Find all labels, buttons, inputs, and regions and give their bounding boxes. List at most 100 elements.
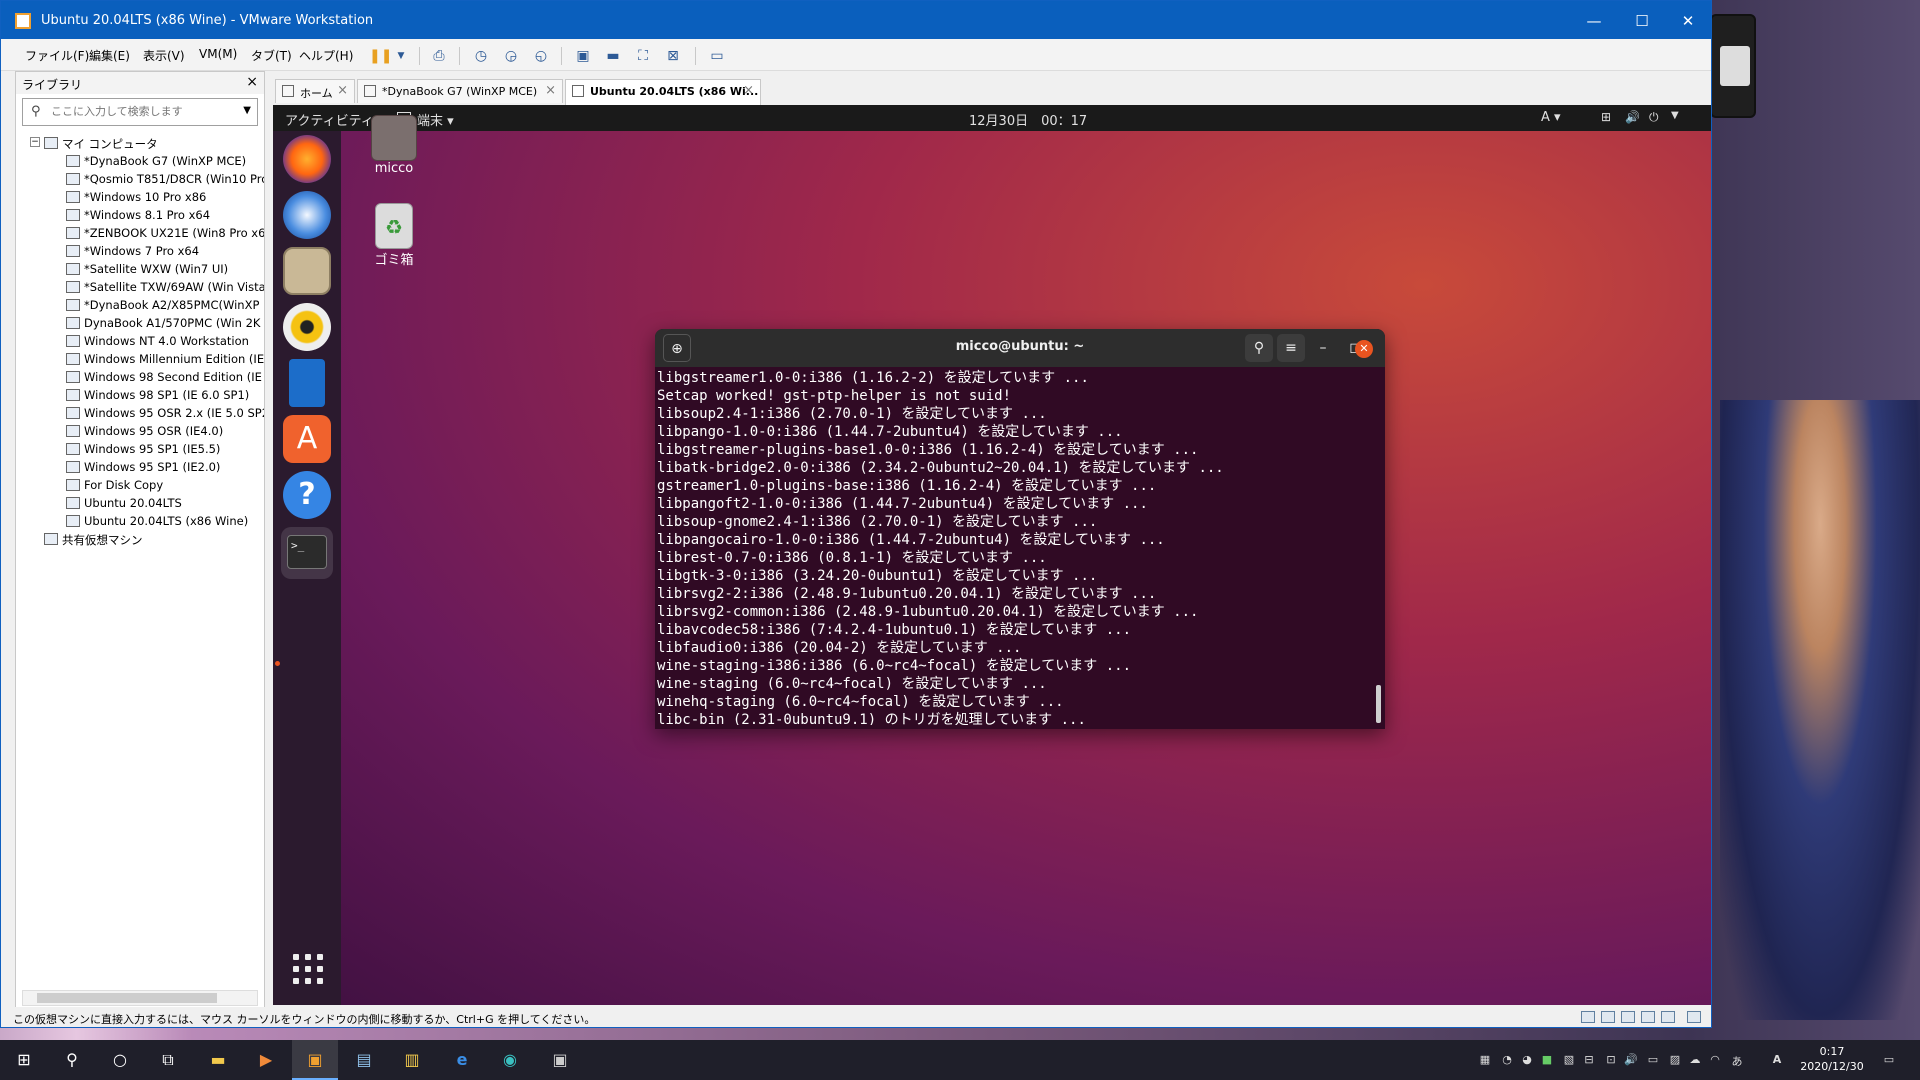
help-icon[interactable]: ?	[283, 471, 331, 519]
tree-root-my-computer[interactable]: − マイ コンピュータ	[16, 134, 264, 152]
start-icon[interactable]: ⊞	[12, 1048, 36, 1072]
input-method-menu[interactable]: A ▾	[1541, 110, 1561, 125]
revert-snapshot-icon[interactable]: ◶	[501, 47, 521, 65]
tree-item-vm[interactable]: DynaBook A1/570PMC (Win 2K P	[16, 314, 264, 332]
desktop-home-folder[interactable]: micco	[357, 115, 431, 176]
tray-icon[interactable]: ◕	[1520, 1053, 1534, 1067]
display-icon[interactable]	[1661, 1011, 1675, 1023]
hamburger-menu-icon[interactable]: ≡	[1277, 334, 1305, 362]
ime-indicator[interactable]: あ	[1730, 1053, 1744, 1068]
onedrive-icon[interactable]: ☁	[1688, 1053, 1702, 1067]
writer-icon[interactable]	[289, 359, 325, 407]
menu-edit[interactable]: 編集(E)	[89, 47, 130, 64]
terminal-taskbar-icon[interactable]: ▣	[548, 1048, 572, 1072]
menu-help[interactable]: ヘルプ(H)	[299, 47, 353, 64]
tree-expand-icon[interactable]: −	[30, 137, 40, 147]
sound-card-icon[interactable]	[1641, 1011, 1655, 1023]
tree-shared-vms[interactable]: 共有仮想マシン	[16, 530, 264, 548]
tray-icon[interactable]: ▨	[1668, 1053, 1682, 1067]
folder-icon[interactable]: ▤	[352, 1048, 376, 1072]
message-log-icon[interactable]	[1687, 1011, 1701, 1023]
menu-vm[interactable]: VM(M)	[199, 47, 237, 61]
tree-item-vm[interactable]: Windows 98 SP1 (IE 6.0 SP1)	[16, 386, 264, 404]
minimize-icon[interactable]: –	[1309, 334, 1337, 362]
snapshot-manager-icon[interactable]: ◵	[531, 47, 551, 65]
terminal-window[interactable]: ⊕ micco@ubuntu: ~ ⚲ ≡ – ◻ ✕ libgstreamer…	[655, 329, 1385, 729]
close-icon[interactable]: ×	[545, 83, 556, 98]
terminal-dock-item[interactable]: >_	[281, 527, 333, 579]
power-icon[interactable]: ⏻	[1649, 110, 1659, 125]
chevron-down-icon[interactable]: ▼	[243, 105, 251, 116]
unity-icon[interactable]: ⊠	[663, 47, 683, 65]
thunderbird-icon[interactable]	[283, 191, 331, 239]
library-search[interactable]: ⚲ ▼	[22, 98, 258, 126]
tab-ubuntu-wine[interactable]: Ubuntu 20.04LTS (x86 Wi... ×	[565, 79, 761, 105]
tree-item-vm[interactable]: *Windows 8.1 Pro x64	[16, 206, 264, 224]
cortana-icon[interactable]: ○	[108, 1048, 132, 1072]
tray-icon[interactable]: ▧	[1562, 1053, 1576, 1067]
search-icon[interactable]: ⚲	[60, 1048, 84, 1072]
show-library-icon[interactable]: ▣	[573, 47, 593, 65]
taskbar-clock[interactable]: 0:17 2020/12/30	[1796, 1044, 1868, 1074]
pause-icon[interactable]: ❚❚	[369, 47, 392, 65]
tree-item-vm[interactable]: *Satellite TXW/69AW (Win Vista U	[16, 278, 264, 296]
tree-item-vm[interactable]: *Satellite WXW (Win7 UI)	[16, 260, 264, 278]
tree-item-vm[interactable]: *Windows 10 Pro x86	[16, 188, 264, 206]
tree-item-vm[interactable]: Windows 95 OSR 2.x (IE 5.0 SP2)	[16, 404, 264, 422]
vmware-taskbar-icon[interactable]: ▣	[303, 1048, 327, 1072]
show-applications-icon[interactable]	[293, 954, 323, 984]
terminal-output[interactable]: libgstreamer1.0-0:i386 (1.16.2-2) を設定してい…	[657, 369, 1375, 725]
media-player-icon[interactable]: ▶	[254, 1048, 278, 1072]
close-icon[interactable]: ×	[246, 74, 258, 90]
tree-item-vm[interactable]: Ubuntu 20.04LTS (x86 Wine)	[16, 512, 264, 530]
tray-icon[interactable]: ⊟	[1582, 1053, 1596, 1067]
tree-item-vm[interactable]: Windows 95 SP1 (IE5.5)	[16, 440, 264, 458]
ime-mode-indicator[interactable]: A	[1770, 1053, 1784, 1067]
send-ctrl-alt-del-icon[interactable]: ⎙	[429, 47, 449, 65]
close-icon[interactable]: ×	[743, 83, 754, 98]
menu-file[interactable]: ファイル(F)	[25, 47, 89, 64]
vm-screen[interactable]: アクティビティ 端末 ▾ 12月30日 00：17 A ▾ ⊞ 🔊 ⏻ ▼ A …	[273, 105, 1711, 1005]
nvidia-icon[interactable]: ■	[1540, 1053, 1554, 1067]
volume-icon[interactable]: 🔊	[1625, 110, 1640, 124]
network-icon[interactable]: ⊞	[1601, 110, 1611, 124]
edge-icon[interactable]: ◉	[498, 1048, 522, 1072]
tree-item-vm[interactable]: *DynaBook G7 (WinXP MCE)	[16, 152, 264, 170]
rhythmbox-icon[interactable]	[283, 303, 331, 351]
software-icon[interactable]: A	[283, 415, 331, 463]
tab-dynabook[interactable]: *DynaBook G7 (WinXP MCE) ×	[357, 79, 563, 103]
tree-item-vm[interactable]: Ubuntu 20.04LTS	[16, 494, 264, 512]
pause-dropdown-icon[interactable]: ▼	[391, 47, 411, 65]
usb-icon[interactable]	[1621, 1011, 1635, 1023]
tray-icon[interactable]: ◔	[1500, 1053, 1514, 1067]
full-screen-icon[interactable]: ⛶	[633, 47, 653, 65]
menu-tab[interactable]: タブ(T)	[251, 47, 292, 64]
wifi-icon[interactable]: ◠	[1708, 1053, 1722, 1067]
hard-disk-icon[interactable]	[1581, 1011, 1595, 1023]
tray-icon[interactable]: ⊡	[1604, 1053, 1618, 1067]
search-icon[interactable]: ⚲	[1245, 334, 1273, 362]
scrollbar-thumb[interactable]	[37, 993, 217, 1003]
tree-item-vm[interactable]: *ZENBOOK UX21E (Win8 Pro x64	[16, 224, 264, 242]
tree-item-vm[interactable]: *Windows 7 Pro x64	[16, 242, 264, 260]
tree-item-vm[interactable]: Windows NT 4.0 Workstation	[16, 332, 264, 350]
terminal-scrollbar[interactable]	[1376, 685, 1381, 723]
tree-item-vm[interactable]: *Qosmio T851/D8CR (Win10 Pro x	[16, 170, 264, 188]
battery-icon[interactable]: ▭	[1646, 1053, 1660, 1067]
tree-item-vm[interactable]: For Disk Copy	[16, 476, 264, 494]
minimize-icon[interactable]: —	[1571, 1, 1617, 41]
close-icon[interactable]: ×	[337, 83, 348, 98]
tree-item-vm[interactable]: Windows Millennium Edition (IE	[16, 350, 264, 368]
chevron-down-icon[interactable]: ▼	[1671, 110, 1679, 121]
desktop-trash[interactable]: ♻ ゴミ箱	[357, 203, 431, 268]
tree-item-vm[interactable]: *DynaBook A2/X85PMC(WinXP H	[16, 296, 264, 314]
horizontal-scrollbar[interactable]	[22, 990, 258, 1006]
tray-icon[interactable]: ▦	[1478, 1053, 1492, 1067]
close-icon[interactable]: ✕	[1665, 1, 1711, 41]
notification-icon[interactable]: ▭	[1882, 1053, 1896, 1067]
task-view-icon[interactable]: ⧉	[156, 1048, 180, 1072]
clock[interactable]: 12月30日 00：17	[969, 110, 1087, 129]
volume-icon[interactable]: 🔊	[1624, 1053, 1638, 1067]
tab-home[interactable]: ホーム ×	[275, 79, 355, 103]
console-view-icon[interactable]: ▭	[707, 47, 727, 65]
